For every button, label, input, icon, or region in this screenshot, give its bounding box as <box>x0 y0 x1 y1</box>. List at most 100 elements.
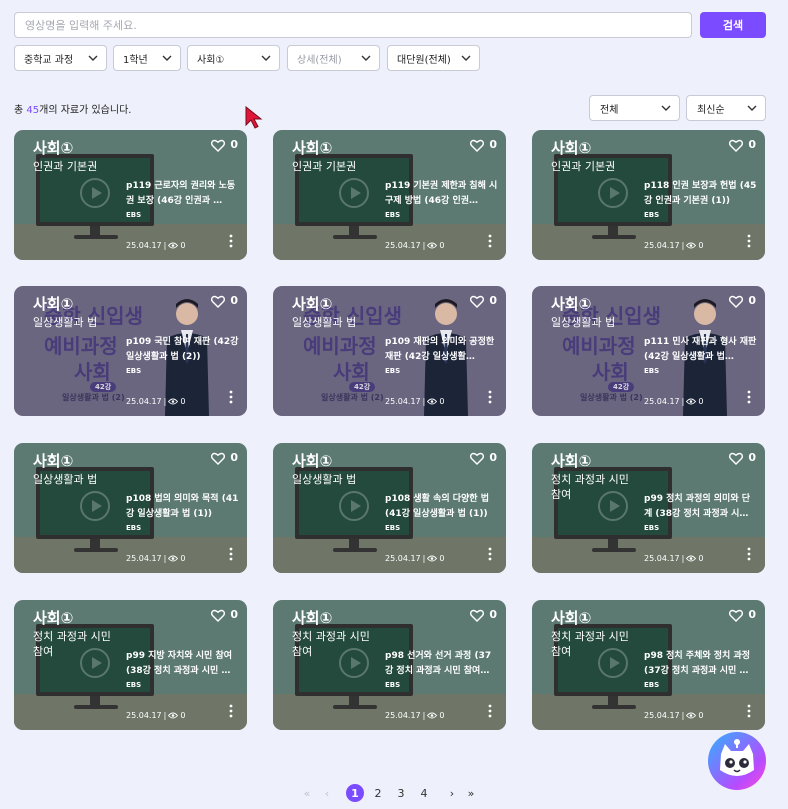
upload-date: 25.04.17 <box>126 711 162 720</box>
card-lesson-title[interactable]: p119 기본권 제한과 침해 시 구제 방법 (46강 인권… <box>385 179 498 209</box>
upload-date: 25.04.17 <box>644 241 680 250</box>
unit-select[interactable]: 대단원(전체) <box>387 45 480 71</box>
heart-icon[interactable] <box>470 139 484 152</box>
card-lesson-title[interactable]: p108 법의 의미와 목적 (41강 일상생활과 법 (1)) <box>126 492 239 522</box>
video-card[interactable]: 사회① 0 정치 과정과 시민 참여 p98 선거와 선거 과정 (37강 정치… <box>273 600 506 730</box>
scope-select-label: 전체 <box>600 104 619 116</box>
more-options-icon[interactable] <box>488 390 492 404</box>
card-lesson-title[interactable]: p108 생활 속의 다양한 법 (41강 일상생활과 법 (1)) <box>385 492 498 522</box>
more-options-icon[interactable] <box>488 704 492 718</box>
meta-divider: | <box>681 711 685 720</box>
more-options-icon[interactable] <box>488 234 492 248</box>
next-page-button[interactable]: › <box>445 784 459 802</box>
last-page-button[interactable]: » <box>464 784 478 802</box>
first-page-button[interactable]: « <box>300 784 314 802</box>
card-lesson-title[interactable]: p98 선거와 선거 과정 (37강 정치 과정과 시민 참여… <box>385 649 498 679</box>
chatbot-button[interactable] <box>708 732 766 790</box>
more-options-icon[interactable] <box>488 547 492 561</box>
order-select[interactable]: 최신순 <box>686 95 766 121</box>
heart-icon[interactable] <box>470 609 484 622</box>
eye-icon <box>168 242 179 249</box>
video-card[interactable]: 사회① 0 인권과 기본권 p118 인권 보장과 헌법 (45강 인권과 기본… <box>532 130 765 260</box>
more-options-icon[interactable] <box>747 390 751 404</box>
card-unit-title: 인권과 기본권 <box>551 160 616 173</box>
like-count: 0 <box>489 138 497 151</box>
more-options-icon[interactable] <box>229 547 233 561</box>
video-card[interactable]: 사회① 0 정치 과정과 시민 참여 p99 지방 자치와 시민 참여 (38강… <box>14 600 247 730</box>
course-select[interactable]: 중학교 과정 <box>14 45 107 71</box>
brand-logo: EBS <box>126 211 142 219</box>
like-count: 0 <box>748 138 756 151</box>
video-card[interactable]: 사회① 0 인권과 기본권 p119 근로자의 권리와 노동권 보장 (46강 … <box>14 130 247 260</box>
card-subject: 사회① <box>33 452 74 470</box>
meta-divider: | <box>163 397 167 406</box>
more-options-icon[interactable] <box>747 547 751 561</box>
card-lesson-title[interactable]: p111 민사 재판과 형사 재판 (42강 일상생활과 법… <box>644 335 757 365</box>
video-card[interactable]: 사회① 0 일상생활과 법 p108 생활 속의 다양한 법 (41강 일상생활… <box>273 443 506 573</box>
video-card[interactable]: 중학 신입생 예비과정 사회 42강 일상생활과 법 (2) 사회① 0 일상생… <box>273 286 506 416</box>
page-button-4[interactable]: 4 <box>416 784 432 802</box>
video-card[interactable]: 중학 신입생 예비과정 사회 42강 일상생활과 법 (2) 사회① 0 일상생… <box>14 286 247 416</box>
card-lesson-title[interactable]: p109 국민 참여 재판 (42강 일상생활과 법 (2)) <box>126 335 239 365</box>
eye-icon <box>168 712 179 719</box>
chevron-down-icon <box>162 55 172 61</box>
more-options-icon[interactable] <box>229 390 233 404</box>
more-options-icon[interactable] <box>229 234 233 248</box>
promo-badge: 42강 <box>90 382 117 392</box>
card-meta: 25.04.17 | 0 <box>385 397 444 406</box>
card-lesson-title[interactable]: p99 정치 과정의 의미와 단계 (38강 정치 과정과 시… <box>644 492 757 522</box>
heart-icon[interactable] <box>729 609 743 622</box>
prev-page-button[interactable]: ‹ <box>320 784 334 802</box>
more-options-icon[interactable] <box>747 704 751 718</box>
heart-icon[interactable] <box>729 452 743 465</box>
subject-select[interactable]: 사회① <box>187 45 280 71</box>
eye-icon <box>686 398 697 405</box>
eye-icon <box>686 242 697 249</box>
heart-icon[interactable] <box>470 452 484 465</box>
page-button-1[interactable]: 1 <box>346 784 364 802</box>
card-meta: 25.04.17 | 0 <box>126 554 185 563</box>
chevron-down-icon <box>361 55 371 61</box>
card-lesson-title[interactable]: p119 근로자의 권리와 노동권 보장 (46강 인권과 … <box>126 179 239 209</box>
video-card[interactable]: 사회① 0 일상생활과 법 p108 법의 의미와 목적 (41강 일상생활과 … <box>14 443 247 573</box>
video-card[interactable]: 사회① 0 인권과 기본권 p119 기본권 제한과 침해 시 구제 방법 (4… <box>273 130 506 260</box>
brand-logo: EBS <box>644 524 660 532</box>
more-options-icon[interactable] <box>747 234 751 248</box>
detail-select[interactable]: 상세(전체) <box>287 45 380 71</box>
scope-select[interactable]: 전체 <box>589 95 680 121</box>
brand-logo: EBS <box>385 211 401 219</box>
chevron-down-icon <box>88 55 98 61</box>
thumbnail-base <box>333 705 377 709</box>
card-lesson-title[interactable]: p109 재판의 의미와 공정한 재판 (42강 일상생활… <box>385 335 498 365</box>
heart-icon[interactable] <box>211 295 225 308</box>
more-options-icon[interactable] <box>229 704 233 718</box>
search-input[interactable] <box>14 12 692 38</box>
upload-date: 25.04.17 <box>385 554 421 563</box>
heart-icon[interactable] <box>211 139 225 152</box>
meta-divider: | <box>681 241 685 250</box>
card-meta: 25.04.17 | 0 <box>126 711 185 720</box>
card-lesson-title[interactable]: p98 정치 주체와 정치 과정 (37강 정치 과정과 시민 … <box>644 649 757 679</box>
page-button-2[interactable]: 2 <box>370 784 386 802</box>
heart-icon[interactable] <box>211 452 225 465</box>
heart-icon[interactable] <box>729 139 743 152</box>
view-count: 0 <box>180 554 186 563</box>
view-count: 0 <box>439 397 445 406</box>
search-button[interactable]: 검색 <box>700 12 766 38</box>
thumbnail-base <box>74 705 118 709</box>
page-button-3[interactable]: 3 <box>393 784 409 802</box>
card-lesson-title[interactable]: p99 지방 자치와 시민 참여 (38강 정치 과정과 시민 … <box>126 649 239 679</box>
card-unit-title: 일상생활과 법 <box>292 316 357 329</box>
video-card[interactable]: 사회① 0 정치 과정과 시민 참여 p99 정치 과정의 의미와 단계 (38… <box>532 443 765 573</box>
play-icon <box>339 491 369 521</box>
video-card[interactable]: 사회① 0 정치 과정과 시민 참여 p98 정치 주체와 정치 과정 (37강… <box>532 600 765 730</box>
heart-icon[interactable] <box>211 609 225 622</box>
heart-icon[interactable] <box>729 295 743 308</box>
promo-subtitle: 일상생활과 법 (2) <box>321 393 384 402</box>
grade-select[interactable]: 1학년 <box>113 45 181 71</box>
upload-date: 25.04.17 <box>644 554 680 563</box>
heart-icon[interactable] <box>470 295 484 308</box>
like-count: 0 <box>230 451 238 464</box>
card-lesson-title[interactable]: p118 인권 보장과 헌법 (45강 인권과 기본권 (1)) <box>644 179 757 209</box>
video-card[interactable]: 중학 신입생 예비과정 사회 42강 일상생활과 법 (2) 사회① 0 일상생… <box>532 286 765 416</box>
